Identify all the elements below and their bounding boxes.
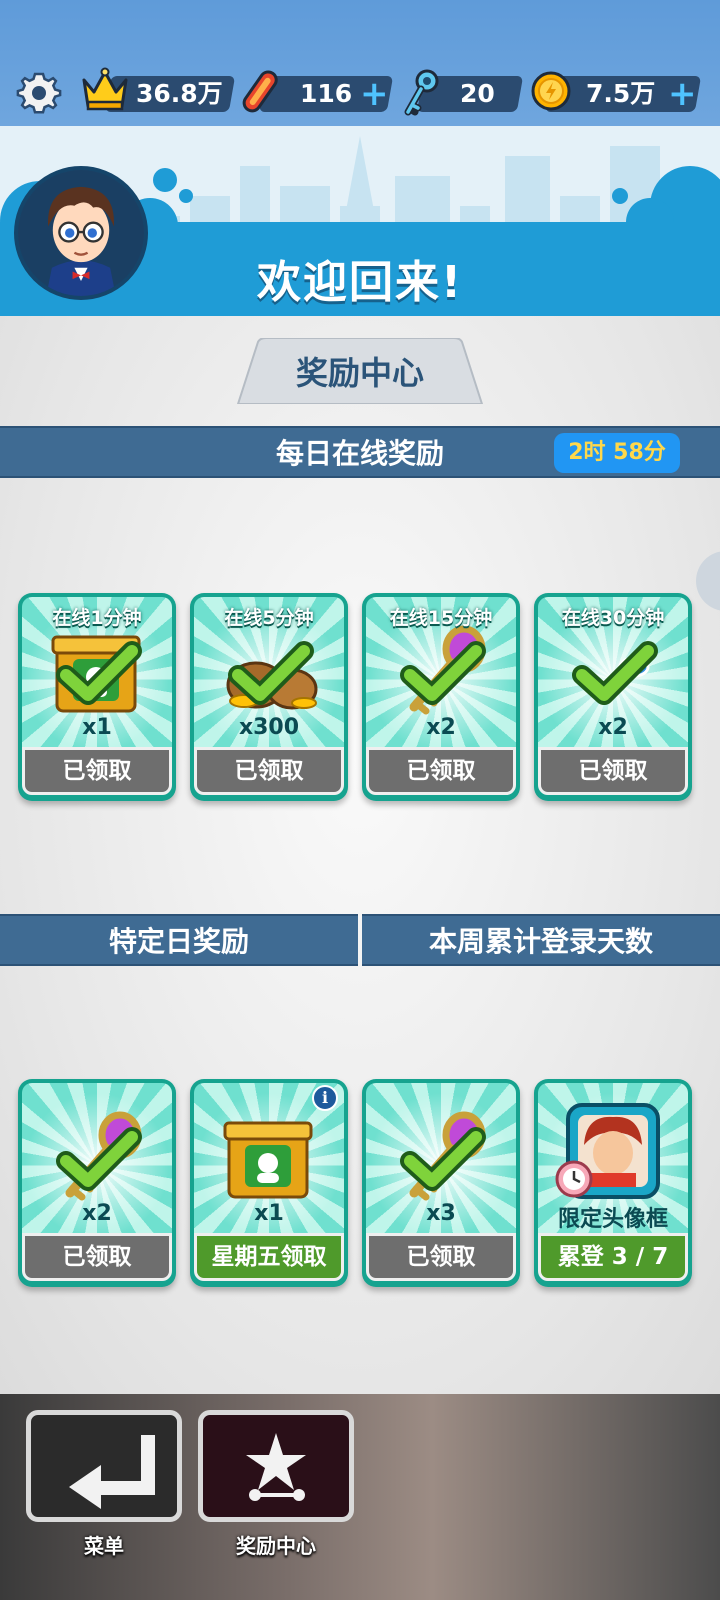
card-art: 限定头像框 [538, 1083, 688, 1233]
card-quantity: x2 [426, 715, 456, 740]
claimed-button: 已领取 [22, 1233, 172, 1281]
card-art: x3 [366, 1083, 516, 1233]
tab-reward-center[interactable]: 奖励中心 [230, 348, 490, 394]
menu-button[interactable] [26, 1410, 182, 1522]
claimed-button: 已领取 [366, 1233, 516, 1281]
coin-value: 7.5万 [586, 79, 656, 108]
claimed-button: 已领取 [538, 747, 688, 795]
claimed-button: 已领取 [22, 747, 172, 795]
card-title: 在线5分钟 [224, 607, 314, 629]
add-coins-button[interactable]: + [668, 77, 697, 111]
daily-reset-timer: 2时 58分 [554, 433, 680, 473]
player-avatar[interactable] [14, 166, 148, 300]
card-art: 在线1分钟 x1 [22, 597, 172, 747]
weekly-login-days-header: 本周累计登录天数 [362, 914, 720, 966]
crown-value: 36.8万 [136, 79, 223, 108]
hoverboard-icon [242, 70, 278, 113]
special-reward-card-4[interactable]: 限定头像框 累登 3 / 7 [534, 1079, 692, 1287]
hoverboard-value: 116 [300, 79, 353, 108]
claimed-button: 已领取 [194, 747, 344, 795]
daily-reward-card-4[interactable]: 在线30分钟 x2 已领取 [534, 593, 692, 801]
card-quantity: 限定头像框 [557, 1207, 668, 1232]
add-hoverboard-button[interactable]: + [360, 77, 389, 111]
avatar-portrait-icon [18, 170, 144, 296]
crown-icon [82, 67, 128, 111]
card-quantity: x1 [254, 1201, 284, 1226]
reward-star-icon [246, 1433, 306, 1501]
special-reward-card-3[interactable]: x3 已领取 [362, 1079, 520, 1287]
special-day-reward-header: 特定日奖励 [0, 914, 358, 966]
card-art: 在线30分钟 x2 [538, 597, 688, 747]
card-quantity: x2 [598, 715, 628, 740]
card-art: 在线5分钟 x300 [194, 597, 344, 747]
card-quantity: x2 [82, 1201, 112, 1226]
daily-reward-card-2[interactable]: 在线5分钟 x300 已领取 [190, 593, 348, 801]
menu-label: 菜单 [84, 1534, 124, 1558]
key-value: 20 [460, 79, 495, 108]
coin-icon [531, 71, 571, 111]
claim-status-button[interactable]: 星期五领取 [194, 1233, 344, 1281]
card-art: 在线15分钟 x2 [366, 597, 516, 747]
rewards-center-label: 奖励中心 [236, 1534, 316, 1558]
card-title: 在线15分钟 [389, 607, 493, 629]
card-title: 在线30分钟 [561, 607, 665, 629]
claimed-button: 已领取 [366, 747, 516, 795]
return-arrow-icon [69, 1435, 155, 1509]
key-icon [404, 69, 439, 116]
card-quantity: x1 [82, 715, 112, 740]
card-art: x2 [22, 1083, 172, 1233]
special-reward-card-1[interactable]: x2 已领取 [18, 1079, 176, 1287]
card-title: 在线1分钟 [52, 607, 142, 629]
rewards-center-button[interactable] [198, 1410, 354, 1522]
special-reward-card-2[interactable]: x1 星期五领取 i [190, 1079, 348, 1287]
info-icon[interactable]: i [312, 1085, 338, 1111]
claim-status-button[interactable]: 累登 3 / 7 [538, 1233, 688, 1281]
daily-reward-card-1[interactable]: 在线1分钟 x1 已领取 [18, 593, 176, 801]
daily-reward-card-3[interactable]: 在线15分钟 x2 已领取 [362, 593, 520, 801]
card-quantity: x300 [238, 715, 300, 740]
settings-gear-icon[interactable] [14, 68, 64, 118]
card-quantity: x3 [426, 1201, 456, 1226]
